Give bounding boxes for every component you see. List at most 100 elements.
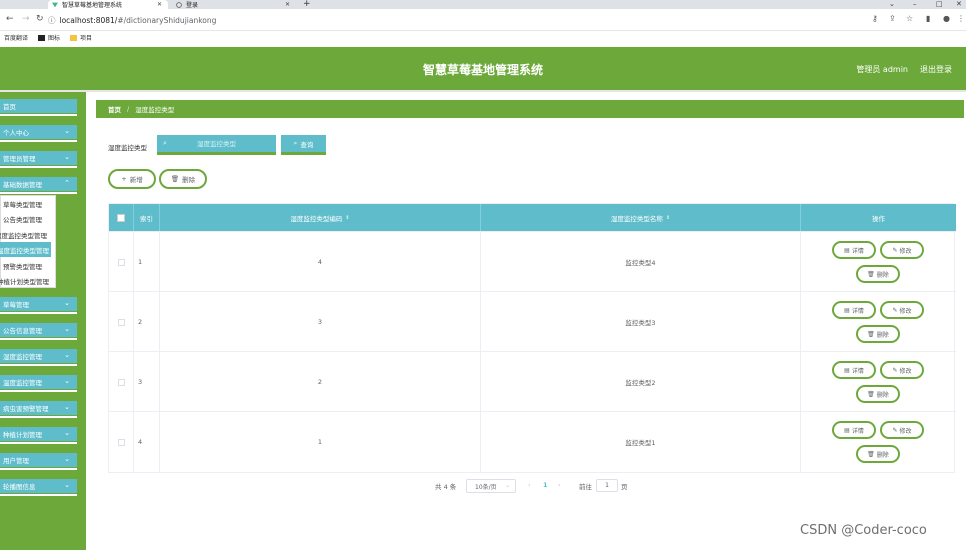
browser-tab-login[interactable]: 登录 ✕: [172, 0, 296, 9]
sidebar-item-profile[interactable]: 个人中心 ⌄: [0, 125, 77, 142]
row-select[interactable]: [109, 352, 134, 412]
close-tab-icon[interactable]: ✕: [157, 1, 162, 8]
browser-tab-active[interactable]: 智慧草莓基地管理系统 ✕: [48, 0, 168, 9]
delete-button[interactable]: 🗑 删除: [856, 385, 900, 403]
edit-label: 修改: [899, 307, 912, 315]
bookmark-item[interactable]: 百度翻译: [4, 33, 28, 42]
delete-label: 删除: [876, 451, 889, 459]
header-code[interactable]: 湿度监控类型编码 ⇕: [160, 204, 481, 231]
page-size-select[interactable]: 10条/页 ⌄: [466, 479, 516, 493]
sidebar-item-basic-data[interactable]: 基础数据管理 ⌃: [0, 177, 77, 194]
close-window-icon[interactable]: ✕: [956, 0, 962, 8]
goto-page-input[interactable]: 1: [596, 479, 618, 492]
detail-button[interactable]: ▤ 详情: [832, 301, 876, 319]
edit-button[interactable]: ✎ 修改: [880, 301, 924, 319]
bookmark-item[interactable]: 图标: [38, 33, 60, 42]
search-button[interactable]: ⌕ 查询: [281, 135, 326, 155]
share-icon[interactable]: ⇪: [889, 14, 896, 23]
sidebar-item-notice[interactable]: 公告信息管理 ⌄: [0, 323, 77, 340]
row-select[interactable]: [109, 412, 134, 472]
checkbox-icon[interactable]: [117, 258, 125, 266]
submenu-item-label: 温度监控类型管理: [0, 246, 49, 255]
checkbox-icon[interactable]: [117, 378, 125, 386]
maximize-icon[interactable]: □: [936, 0, 943, 8]
sidebar-item-admin[interactable]: 管理员管理 ⌄: [0, 151, 77, 168]
next-page-button[interactable]: ›: [558, 481, 561, 489]
sidebar-item-home[interactable]: 首页: [0, 99, 77, 116]
trash-icon: 🗑: [867, 450, 875, 458]
minimize-icon[interactable]: –: [913, 0, 917, 8]
page-number-current[interactable]: 1: [543, 481, 548, 489]
sidebar-item-carousel[interactable]: 轮播图信息 ⌄: [0, 479, 77, 496]
trash-icon: 🗑: [867, 390, 875, 398]
bookmark-item[interactable]: 项目: [70, 33, 92, 42]
edit-button[interactable]: ✎ 修改: [880, 241, 924, 259]
sidebar-item-temperature[interactable]: 温度监控管理 ⌄: [0, 375, 77, 392]
sidebar-item-label: 管理员管理: [3, 155, 36, 163]
cell-text: 3: [317, 318, 323, 326]
logout-link[interactable]: 退出登录: [920, 64, 952, 75]
prev-page-button[interactable]: ‹: [528, 481, 531, 489]
bookmark-star-icon[interactable]: ☆: [906, 14, 913, 23]
cell-text: 监控类型1: [625, 439, 656, 447]
detail-button[interactable]: ▤ 详情: [832, 241, 876, 259]
cell-text: 2: [317, 378, 323, 386]
sidebar-item-humidity[interactable]: 湿度监控管理 ⌄: [0, 349, 77, 366]
cell-actions: ▤ 详情 ✎ 修改 🗑 删除: [801, 412, 956, 472]
cell-index: 1: [134, 232, 160, 292]
detail-label: 详情: [851, 427, 864, 435]
submenu-item-label: 湿度监控类型管理: [0, 231, 47, 240]
submenu-item-temperature-type[interactable]: 温度监控类型管理: [0, 242, 51, 257]
new-tab-icon[interactable]: +: [303, 0, 311, 9]
checkbox-icon[interactable]: [117, 213, 125, 222]
url-field[interactable]: ⓘ localhost:8081/#/dictionaryShidujiankon…: [48, 15, 216, 26]
submenu-item-notice-type[interactable]: 公告类型管理: [1, 211, 57, 226]
address-bar: ← → ↻ ⓘ localhost:8081/#/dictionaryShiduj…: [0, 9, 966, 31]
sort-icon[interactable]: ⇕: [345, 215, 349, 221]
header-divider: [0, 90, 966, 92]
delete-button[interactable]: 🗑 删除: [856, 325, 900, 343]
submenu-basic-data: 草莓类型管理 公告类型管理 湿度监控类型管理 温度监控类型管理 预警类型管理 种…: [0, 195, 56, 288]
sidebar-item-users[interactable]: 用户管理 ⌄: [0, 453, 77, 470]
menu-icon[interactable]: ⋮: [957, 14, 965, 23]
reload-icon[interactable]: ↻: [36, 14, 44, 24]
delete-button[interactable]: 🗑 删除: [856, 445, 900, 463]
cell-actions: ▤ 详情 ✎ 修改 🗑 删除: [801, 292, 956, 352]
cell-name: 监控类型1: [481, 412, 801, 472]
delete-button[interactable]: 🗑 删除: [856, 265, 900, 283]
submenu-item-planting-type[interactable]: 种植计划类型管理: [0, 273, 51, 288]
key-icon[interactable]: ⚷: [872, 14, 878, 23]
profile-icon[interactable]: ●: [943, 14, 950, 23]
submenu-item-strawberry-type[interactable]: 草莓类型管理: [1, 196, 57, 211]
document-icon: ▤: [844, 366, 850, 374]
tab-search-icon[interactable]: ⌄: [889, 0, 895, 8]
checkbox-icon[interactable]: [117, 318, 125, 326]
forward-icon[interactable]: →: [22, 14, 30, 24]
batch-delete-button[interactable]: 🗑 删除: [159, 169, 207, 189]
row-select[interactable]: [109, 292, 134, 352]
watermark: CSDN @Coder-coco: [800, 523, 927, 538]
sort-icon[interactable]: ⇕: [666, 215, 670, 221]
back-icon[interactable]: ←: [6, 14, 14, 24]
browser-tab-bar: 智慧草莓基地管理系统 ✕ 登录 ✕ + ⌄ – □ ✕: [0, 0, 966, 9]
sidebar-item-strawberry[interactable]: 草莓管理 ⌄: [0, 297, 77, 314]
sidebar-item-planting[interactable]: 种植计划管理 ⌄: [0, 427, 77, 444]
detail-button[interactable]: ▤ 详情: [832, 361, 876, 379]
breadcrumb-home[interactable]: 首页: [108, 104, 121, 114]
add-button[interactable]: + 新增: [108, 169, 156, 189]
edit-button[interactable]: ✎ 修改: [880, 421, 924, 439]
edit-button[interactable]: ✎ 修改: [880, 361, 924, 379]
submenu-item-warning-type[interactable]: 预警类型管理: [1, 258, 57, 273]
search-input[interactable]: [157, 135, 276, 152]
vue-favicon-icon: [52, 2, 58, 7]
row-select[interactable]: [109, 232, 134, 292]
header-select-all[interactable]: [109, 204, 134, 231]
column-label: 湿度监控类型名称: [610, 214, 663, 223]
sidebar-item-pest-warning[interactable]: 病虫害预警管理 ⌄: [0, 401, 77, 418]
sidepanel-icon[interactable]: ▮: [926, 14, 930, 23]
close-tab-icon[interactable]: ✕: [285, 1, 290, 8]
detail-button[interactable]: ▤ 详情: [832, 421, 876, 439]
checkbox-icon[interactable]: [117, 438, 125, 446]
header-name[interactable]: 湿度监控类型名称 ⇕: [481, 204, 801, 231]
submenu-item-humidity-type[interactable]: 湿度监控类型管理: [0, 227, 49, 242]
